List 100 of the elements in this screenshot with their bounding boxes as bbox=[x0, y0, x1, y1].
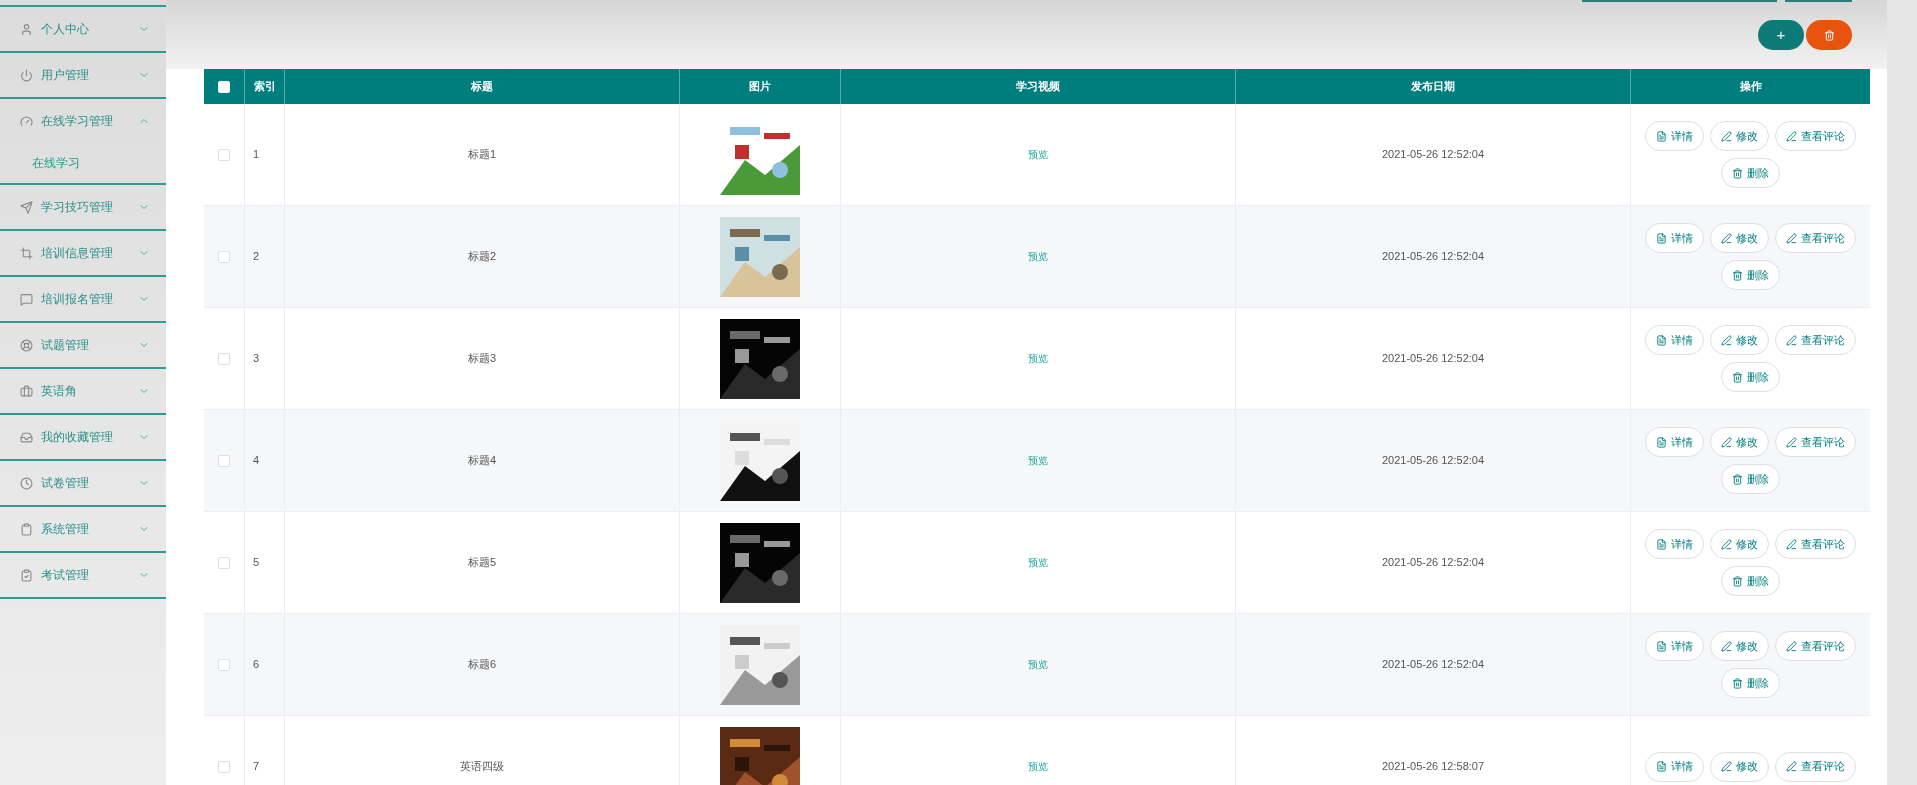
checkbox[interactable] bbox=[218, 148, 230, 161]
action-button[interactable]: 详情 bbox=[1645, 223, 1704, 253]
trash-icon bbox=[1732, 371, 1743, 383]
table-cell-text: 标题3 bbox=[467, 351, 497, 367]
table-cell-text: 5 bbox=[253, 555, 260, 571]
sidebar-item[interactable]: 英语角 bbox=[0, 369, 166, 413]
checkbox[interactable] bbox=[218, 250, 230, 263]
action-button[interactable]: 查看评论 bbox=[1775, 223, 1856, 253]
action-button[interactable]: 查看评论 bbox=[1775, 529, 1856, 559]
delete-button[interactable] bbox=[1806, 20, 1852, 50]
sidebar-item[interactable]: 我的收藏管理 bbox=[0, 415, 166, 459]
action-button[interactable]: 删除 bbox=[1721, 668, 1780, 698]
action-button[interactable]: 修改 bbox=[1710, 529, 1769, 559]
table-cell-text: 2021-05-26 12:52:04 bbox=[1381, 555, 1485, 571]
document-icon bbox=[1656, 130, 1667, 142]
table-cell-text: 标题1 bbox=[467, 147, 497, 163]
action-button[interactable]: 删除 bbox=[1721, 566, 1780, 596]
action-button[interactable]: 修改 bbox=[1710, 751, 1769, 782]
table-cell-text: 2021-05-26 12:52:04 bbox=[1381, 147, 1485, 163]
preview-link[interactable]: 预览 bbox=[1028, 555, 1048, 570]
table-cell-text: 2021-05-26 12:52:04 bbox=[1381, 249, 1485, 265]
action-button[interactable]: 详情 bbox=[1645, 529, 1704, 559]
action-button[interactable]: 详情 bbox=[1645, 751, 1704, 782]
table-cell-text: 标题2 bbox=[467, 249, 497, 265]
trash-icon bbox=[1823, 29, 1835, 41]
checkbox[interactable] bbox=[218, 454, 230, 467]
pen-icon bbox=[1786, 640, 1797, 652]
action-button[interactable]: 详情 bbox=[1645, 427, 1704, 457]
document-icon bbox=[1656, 334, 1667, 346]
action-button[interactable]: 详情 bbox=[1645, 121, 1704, 151]
action-button[interactable]: 查看评论 bbox=[1775, 631, 1856, 661]
table-cell-text: 2 bbox=[253, 249, 260, 265]
action-button[interactable]: 修改 bbox=[1710, 427, 1769, 457]
action-button[interactable]: 删除 bbox=[1721, 464, 1780, 494]
table-cell-text: 标题4 bbox=[467, 453, 497, 469]
action-button[interactable]: 修改 bbox=[1710, 121, 1769, 151]
briefcase-icon bbox=[20, 384, 33, 398]
checkbox[interactable] bbox=[218, 658, 230, 671]
trash-icon bbox=[1732, 575, 1743, 587]
sidebar-item[interactable]: 培训信息管理 bbox=[0, 231, 166, 275]
add-button[interactable]: + bbox=[1758, 20, 1804, 50]
checkbox[interactable] bbox=[218, 556, 230, 569]
column-header: 图片 bbox=[749, 79, 771, 95]
action-button[interactable]: 删除 bbox=[1721, 260, 1780, 290]
crop-icon bbox=[20, 246, 33, 260]
checkbox[interactable] bbox=[218, 352, 230, 365]
preview-link[interactable]: 预览 bbox=[1028, 657, 1048, 672]
sidebar-item[interactable]: 用户管理 bbox=[0, 53, 166, 97]
gauge-icon bbox=[20, 114, 33, 128]
power-icon bbox=[20, 68, 33, 82]
preview-link[interactable]: 预览 bbox=[1028, 759, 1048, 774]
preview-link[interactable]: 预览 bbox=[1028, 147, 1048, 162]
action-button[interactable]: 查看评论 bbox=[1775, 427, 1856, 457]
clock-icon bbox=[20, 476, 33, 490]
document-icon bbox=[1656, 538, 1667, 550]
sidebar-item[interactable]: 学习技巧管理 bbox=[0, 185, 166, 229]
preview-link[interactable]: 预览 bbox=[1028, 249, 1048, 264]
pen-icon bbox=[1786, 436, 1797, 448]
pen-icon bbox=[1721, 334, 1732, 346]
action-button[interactable]: 详情 bbox=[1645, 325, 1704, 355]
pen-icon bbox=[1721, 640, 1732, 652]
scrollbar[interactable] bbox=[1887, 0, 1917, 785]
sidebar-item[interactable]: 系统管理 bbox=[0, 507, 166, 551]
pen-icon bbox=[1721, 761, 1732, 772]
clipboard-check-icon bbox=[20, 568, 33, 582]
table-cell-text: 2021-05-26 12:58:07 bbox=[1381, 759, 1485, 775]
pen-icon bbox=[1786, 538, 1797, 550]
user-icon bbox=[20, 22, 33, 36]
action-button[interactable]: 修改 bbox=[1710, 325, 1769, 355]
table-cell-text: 2021-05-26 12:52:04 bbox=[1381, 453, 1485, 469]
table-cell-text: 2021-05-26 12:52:04 bbox=[1381, 351, 1485, 367]
preview-link[interactable]: 预览 bbox=[1028, 351, 1048, 366]
sidebar-item[interactable]: 试卷管理 bbox=[0, 461, 166, 505]
sidebar-item[interactable]: 在线学习管理 bbox=[0, 99, 166, 143]
action-button[interactable]: 查看评论 bbox=[1775, 325, 1856, 355]
preview-link[interactable]: 预览 bbox=[1028, 453, 1048, 468]
lifebuoy-icon bbox=[20, 338, 33, 352]
sidebar-item[interactable]: 试题管理 bbox=[0, 323, 166, 367]
table-cell-text: 7 bbox=[253, 759, 260, 775]
sidebar-subitem[interactable]: 在线学习 bbox=[0, 143, 166, 183]
trash-icon bbox=[1732, 269, 1743, 281]
table-cell-text: 1 bbox=[253, 147, 260, 163]
document-icon bbox=[1656, 761, 1667, 772]
column-header: 索引 bbox=[253, 79, 276, 95]
column-header: 学习视频 bbox=[1016, 79, 1060, 95]
table-cell-text: 标题6 bbox=[467, 657, 497, 673]
document-icon bbox=[1656, 232, 1667, 244]
action-button[interactable]: 修改 bbox=[1710, 631, 1769, 661]
inbox-icon bbox=[20, 430, 33, 444]
sidebar-item[interactable]: 培训报名管理 bbox=[0, 277, 166, 321]
action-button[interactable]: 查看评论 bbox=[1775, 121, 1856, 151]
action-button[interactable]: 修改 bbox=[1710, 223, 1769, 253]
sidebar-item[interactable]: 个人中心 bbox=[0, 7, 166, 51]
sidebar-item[interactable]: 考试管理 bbox=[0, 553, 166, 597]
action-button[interactable]: 删除 bbox=[1721, 362, 1780, 392]
checkbox[interactable] bbox=[218, 760, 230, 773]
action-button[interactable]: 详情 bbox=[1645, 631, 1704, 661]
pen-icon bbox=[1721, 130, 1732, 142]
action-button[interactable]: 查看评论 bbox=[1775, 751, 1856, 782]
action-button[interactable]: 删除 bbox=[1721, 158, 1780, 188]
